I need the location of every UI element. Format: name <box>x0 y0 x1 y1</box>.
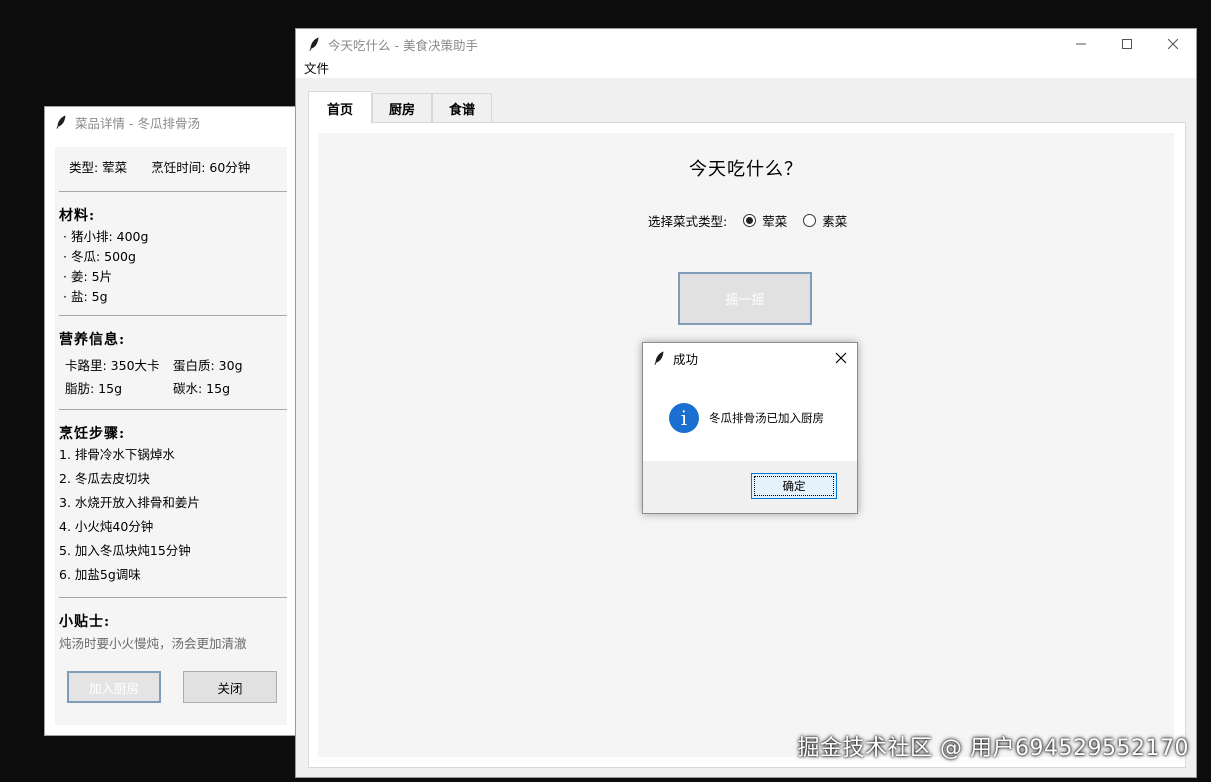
detail-window-title: 菜品详情 - 冬瓜排骨汤 <box>75 115 200 131</box>
shake-button[interactable]: 摇一摇 <box>678 272 812 325</box>
nutrition-calories: 卡路里: 350大卡 <box>65 358 160 373</box>
tab-home[interactable]: 首页 <box>308 91 373 124</box>
close-icon[interactable] <box>1150 29 1196 59</box>
nutrition-protein: 蛋白质: 30g <box>173 358 243 373</box>
dialog-footer: 确定 <box>643 461 857 513</box>
detail-window: 菜品详情 - 冬瓜排骨汤 类型: 荤菜 烹饪时间: 60分钟 材料: · 猪小排… <box>44 106 306 736</box>
step-item: 6. 加盐5g调味 <box>59 567 141 582</box>
separator <box>59 409 287 410</box>
feather-icon <box>653 351 665 365</box>
ingredient-item: · 姜: 5片 <box>63 269 113 284</box>
main-window-title: 今天吃什么 - 美食决策助手 <box>328 37 478 53</box>
menu-bar: 文件 <box>296 59 1196 78</box>
step-item: 5. 加入冬瓜块炖15分钟 <box>59 543 191 558</box>
watermark: 掘金技术社区 @ 用户694529552170 <box>797 736 1189 761</box>
home-heading: 今天吃什么？ <box>689 159 803 180</box>
dialog-message: 冬瓜排骨汤已加入厨房 <box>709 411 824 425</box>
radio-veg[interactable] <box>803 214 817 227</box>
ingredient-item: · 盐: 5g <box>63 289 108 304</box>
main-titlebar[interactable]: 今天吃什么 - 美食决策助手 <box>296 29 1196 59</box>
dish-type: 类型: 荤菜 <box>69 160 128 175</box>
close-icon[interactable] <box>833 350 849 366</box>
nutrition-carbs: 碳水: 15g <box>173 381 231 396</box>
ingredients-title: 材料: <box>59 208 96 224</box>
ingredient-item: · 猪小排: 400g <box>63 229 149 244</box>
dish-meta: 类型: 荤菜 烹饪时间: 60分钟 <box>69 157 250 176</box>
radio-meat[interactable] <box>743 214 757 227</box>
success-dialog: 成功 i 冬瓜排骨汤已加入厨房 确定 <box>642 342 858 514</box>
maximize-icon[interactable] <box>1104 29 1150 59</box>
cook-time: 烹饪时间: 60分钟 <box>151 160 251 175</box>
steps-list: 1. 排骨冷水下锅焯水 2. 冬瓜去皮切块 3. 水烧开放入排骨和姜片 4. 小… <box>59 443 200 587</box>
tips-title: 小贴士: <box>59 614 111 630</box>
nutrition-fat: 脂肪: 15g <box>65 381 123 396</box>
window-controls <box>1058 29 1196 59</box>
nutrition-grid: 卡路里: 350大卡 蛋白质: 30g 脂肪: 15g 碳水: 15g <box>65 355 253 397</box>
radio-meat-label[interactable]: 荤菜 <box>762 211 787 230</box>
info-icon: i <box>669 403 699 433</box>
nutrition-title: 营养信息: <box>59 332 126 348</box>
dish-type-label: 选择菜式类型: <box>648 214 728 229</box>
detail-titlebar[interactable]: 菜品详情 - 冬瓜排骨汤 <box>45 107 305 137</box>
feather-icon <box>308 37 320 51</box>
tab-recipes[interactable]: 食谱 <box>432 93 493 123</box>
close-button[interactable]: 关闭 <box>183 671 277 703</box>
minimize-icon[interactable] <box>1058 29 1104 59</box>
separator <box>59 597 287 598</box>
detail-body: 类型: 荤菜 烹饪时间: 60分钟 材料: · 猪小排: 400g · 冬瓜: … <box>55 147 287 725</box>
tab-bar: 首页 厨房 食谱 <box>308 91 493 124</box>
dish-type-selector: 选择菜式类型: 荤菜 素菜 <box>648 211 847 230</box>
add-to-kitchen-button[interactable]: 加入厨房 <box>67 671 161 703</box>
tips-text: 炖汤时要小火慢炖，汤会更加清澈 <box>59 636 247 651</box>
ingredients-list: · 猪小排: 400g · 冬瓜: 500g · 姜: 5片 · 盐: 5g <box>63 227 148 307</box>
step-item: 2. 冬瓜去皮切块 <box>59 471 150 486</box>
separator <box>59 315 287 316</box>
dialog-title: 成功 <box>673 351 699 367</box>
feather-icon <box>55 115 67 129</box>
step-item: 4. 小火炖40分钟 <box>59 519 154 534</box>
tab-kitchen[interactable]: 厨房 <box>372 93 433 123</box>
separator <box>59 191 287 192</box>
dialog-titlebar[interactable]: 成功 <box>643 343 857 373</box>
menu-file[interactable]: 文件 <box>304 61 329 76</box>
ok-button[interactable]: 确定 <box>751 473 837 499</box>
step-item: 1. 排骨冷水下锅焯水 <box>59 447 175 462</box>
step-item: 3. 水烧开放入排骨和姜片 <box>59 495 200 510</box>
ingredient-item: · 冬瓜: 500g <box>63 249 136 264</box>
steps-title: 烹饪步骤: <box>59 426 126 442</box>
radio-veg-label[interactable]: 素菜 <box>822 211 847 230</box>
